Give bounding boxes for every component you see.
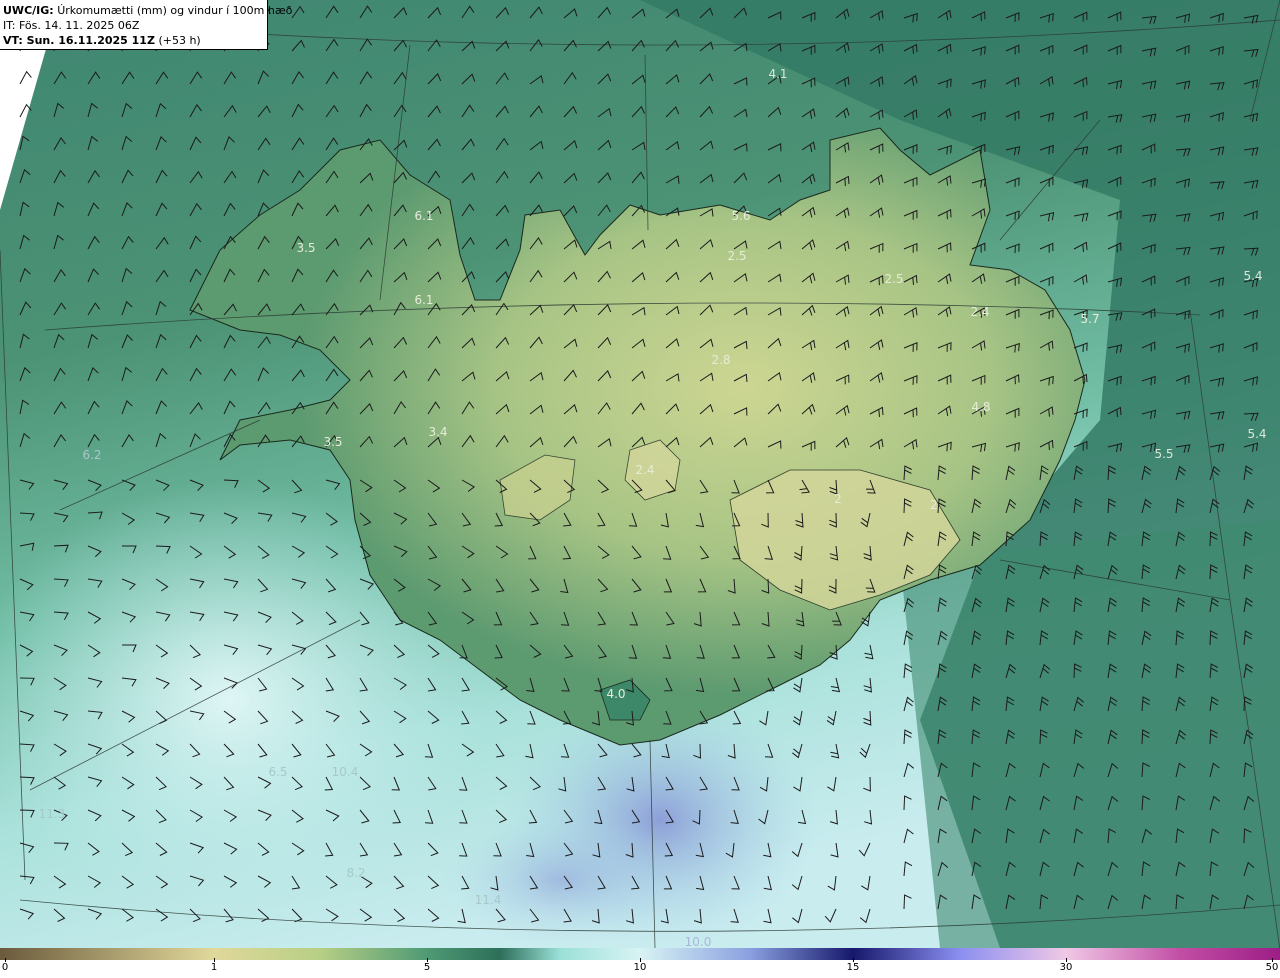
- value-label: 2: [930, 498, 938, 512]
- colorbar-tick-label: 50: [1265, 962, 1279, 973]
- map-title: Úrkomumætti (mm) og vindur í 100m hæð: [57, 4, 293, 17]
- colorbar-segment: [640, 948, 750, 960]
- value-label: 2: [834, 492, 842, 506]
- colorbar-segment: [427, 948, 500, 960]
- valid-time: VT: Sun. 16.11.2025 11Z: [3, 34, 155, 47]
- value-label: 5.7: [1080, 312, 1100, 326]
- colorbar-tick-label: 5: [423, 962, 431, 973]
- value-label: 6.5: [268, 765, 288, 779]
- value-label: 6.1: [414, 209, 434, 223]
- colorbar-tick-label: 10: [633, 962, 647, 973]
- map-title-box: UWC/IG: Úrkomumætti (mm) og vindur í 100…: [0, 0, 292, 50]
- colorbar-tick: [853, 958, 854, 962]
- value-label: 5.6: [731, 209, 751, 223]
- forecast-hour: (+53 h): [158, 34, 201, 47]
- title-line: UWC/IG: Úrkomumætti (mm) og vindur í 100…: [3, 3, 292, 18]
- value-label: 4.1: [768, 67, 788, 81]
- colorbar-tick: [427, 958, 428, 962]
- value-label: 2.4: [635, 463, 655, 477]
- value-label: 2.4: [970, 305, 990, 319]
- colorbar-tick-label: 15: [846, 962, 860, 973]
- map-viewport[interactable]: 4.1 6.1 5.6 3.5 2.5 2.5 6.1 2.4 5.4 5.7 …: [0, 0, 1280, 948]
- colorbar-segment: [750, 948, 853, 960]
- colorbar-segment: [1180, 948, 1280, 960]
- value-label: 5.4: [1247, 427, 1267, 441]
- value-label: 3.5: [296, 241, 316, 255]
- colorbar-segment: [853, 948, 960, 960]
- colorbar-tick: [1066, 958, 1067, 962]
- colorbar-segment: [960, 948, 1066, 960]
- colorbar-labels: 0 1 5 10 15 30 50: [0, 962, 1280, 978]
- init-time: IT: Fös. 14. 11. 2025 06Z: [3, 19, 140, 32]
- colorbar-tick: [214, 958, 215, 962]
- value-label: 6.1: [414, 293, 434, 307]
- value-label: 3.4: [428, 425, 448, 439]
- value-label: 11.4: [474, 893, 502, 907]
- value-label: 5.5: [1154, 447, 1174, 461]
- value-label: 2.8: [711, 353, 731, 367]
- value-label: 3.5: [323, 435, 343, 449]
- value-label: 4.0: [606, 687, 626, 701]
- colorbar-tick: [5, 958, 6, 962]
- colorbar-segment: [213, 948, 320, 960]
- colorbar-segment: [0, 948, 213, 960]
- value-label: 8.2: [346, 866, 366, 880]
- value-label: 10.4: [331, 765, 359, 779]
- colorbar-segment: [560, 948, 640, 960]
- valid-time-line: VT: Sun. 16.11.2025 11Z (+53 h): [3, 33, 264, 48]
- value-label: 11.3: [38, 807, 66, 821]
- colorbar-segment: [320, 948, 427, 960]
- value-label: 2.5: [884, 272, 904, 286]
- colorbar-tick-label: 1: [210, 962, 218, 973]
- value-label: 5.4: [1243, 269, 1263, 283]
- value-label: 10.0: [684, 935, 712, 948]
- colorbar-tick: [1272, 958, 1273, 962]
- value-label: 2.5: [727, 249, 747, 263]
- value-label: 6.2: [82, 448, 102, 462]
- colorbar-segment: [1066, 948, 1180, 960]
- colorbar-tick: [640, 958, 641, 962]
- colorbar-tick-label: 30: [1059, 962, 1073, 973]
- colorbar-segment: [500, 948, 560, 960]
- model-name: UWC/IG:: [3, 4, 54, 17]
- colorbar-tick-label: 0: [1, 962, 9, 973]
- value-label: 4.8: [971, 400, 991, 414]
